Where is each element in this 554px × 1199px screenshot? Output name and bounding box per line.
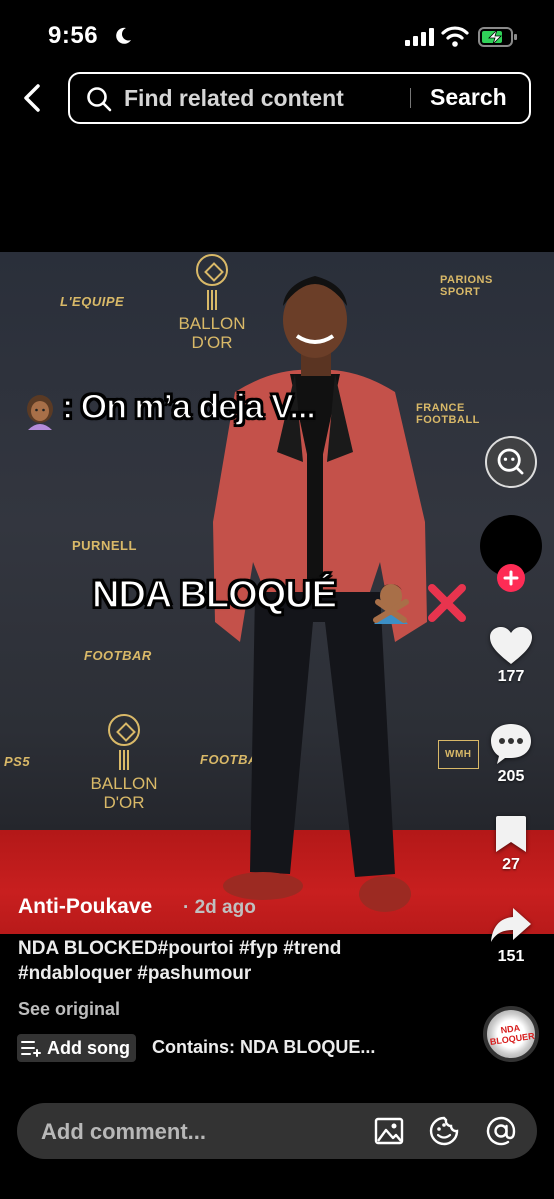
cross-mark-emoji-icon: [428, 584, 466, 622]
image-icon[interactable]: [374, 1116, 404, 1146]
author-name[interactable]: Anti-Poukave: [18, 895, 152, 919]
comment-input[interactable]: Add comment...: [17, 1103, 537, 1159]
status-time: 9:56: [48, 22, 99, 49]
search-input[interactable]: Find related content Search: [68, 72, 531, 124]
post-time: · 2d ago: [183, 897, 256, 918]
backdrop-logo-wmh: WMH: [438, 740, 479, 769]
visual-search-button[interactable]: [485, 436, 537, 488]
bookmark-icon: [496, 816, 526, 852]
back-chevron-icon[interactable]: [16, 80, 50, 116]
battery-charging-icon: [478, 27, 517, 47]
sound-contains-text[interactable]: Contains: NDA BLOQUE...: [152, 1037, 375, 1058]
woman-emoji-icon: [27, 395, 53, 430]
music-disc-label: NDA BLOQUER: [489, 1022, 536, 1047]
share-count: 151: [497, 948, 525, 965]
ballon-dor-text-2: BALLON D'OR: [90, 774, 158, 812]
follow-button[interactable]: [497, 564, 525, 592]
heart-icon: [490, 627, 532, 664]
status-bar: 9:56: [0, 0, 554, 70]
wifi-icon: [441, 26, 469, 47]
mention-icon[interactable]: [486, 1116, 516, 1146]
moon-icon: [116, 27, 131, 44]
sticker-icon[interactable]: [429, 1116, 459, 1146]
search-icon: [87, 87, 112, 112]
face-scan-icon: [497, 448, 524, 475]
backdrop-logo-ps5: PS5: [4, 754, 31, 769]
add-song-button[interactable]: Add song: [17, 1034, 136, 1062]
ballon-dor-logo-2: BALLON D'OR: [84, 714, 164, 812]
share-button[interactable]: 151: [476, 906, 546, 966]
backdrop-logo-footbar: FOOTBAR: [84, 648, 152, 663]
backdrop-logo-parions: PARIONS SPORT: [440, 274, 493, 298]
video-player[interactable]: L'EQUIPE L'EQUIPE PARIONS SPORT FRANCE F…: [0, 252, 554, 934]
add-song-label: Add song: [47, 1037, 130, 1058]
search-placeholder: Find related content: [124, 85, 344, 111]
add-to-playlist-icon: [21, 1041, 41, 1057]
save-count: 27: [502, 856, 520, 873]
comment-bubble-icon: [491, 724, 531, 764]
comment-button[interactable]: 205: [476, 722, 546, 786]
share-arrow-icon: [491, 908, 531, 942]
post-description: NDA BLOCKED#pourtoi #fyp #trend #ndabloq…: [18, 938, 342, 984]
backdrop-logo-purnell: PURNELL: [72, 538, 137, 553]
man-gesturing-no-emoji-icon: [373, 584, 409, 624]
signal-icon: [405, 28, 434, 46]
see-original-link[interactable]: See original: [18, 999, 120, 1020]
music-disc[interactable]: NDA BLOQUER: [483, 1006, 539, 1062]
comment-placeholder: Add comment...: [41, 1119, 207, 1144]
overlay-caption-1: : On m’a deja V...: [61, 387, 316, 427]
backdrop-logo-lequipe: L'EQUIPE: [60, 294, 125, 309]
plus-icon: [503, 570, 519, 586]
like-button[interactable]: 177: [476, 626, 546, 686]
save-button[interactable]: 27: [476, 814, 546, 874]
overlay-caption-2: NDA BLOQUÉ: [91, 573, 338, 617]
search-button[interactable]: Search: [430, 84, 507, 111]
comment-count: 205: [497, 768, 525, 785]
search-divider: [410, 88, 411, 108]
like-count: 177: [497, 668, 525, 685]
